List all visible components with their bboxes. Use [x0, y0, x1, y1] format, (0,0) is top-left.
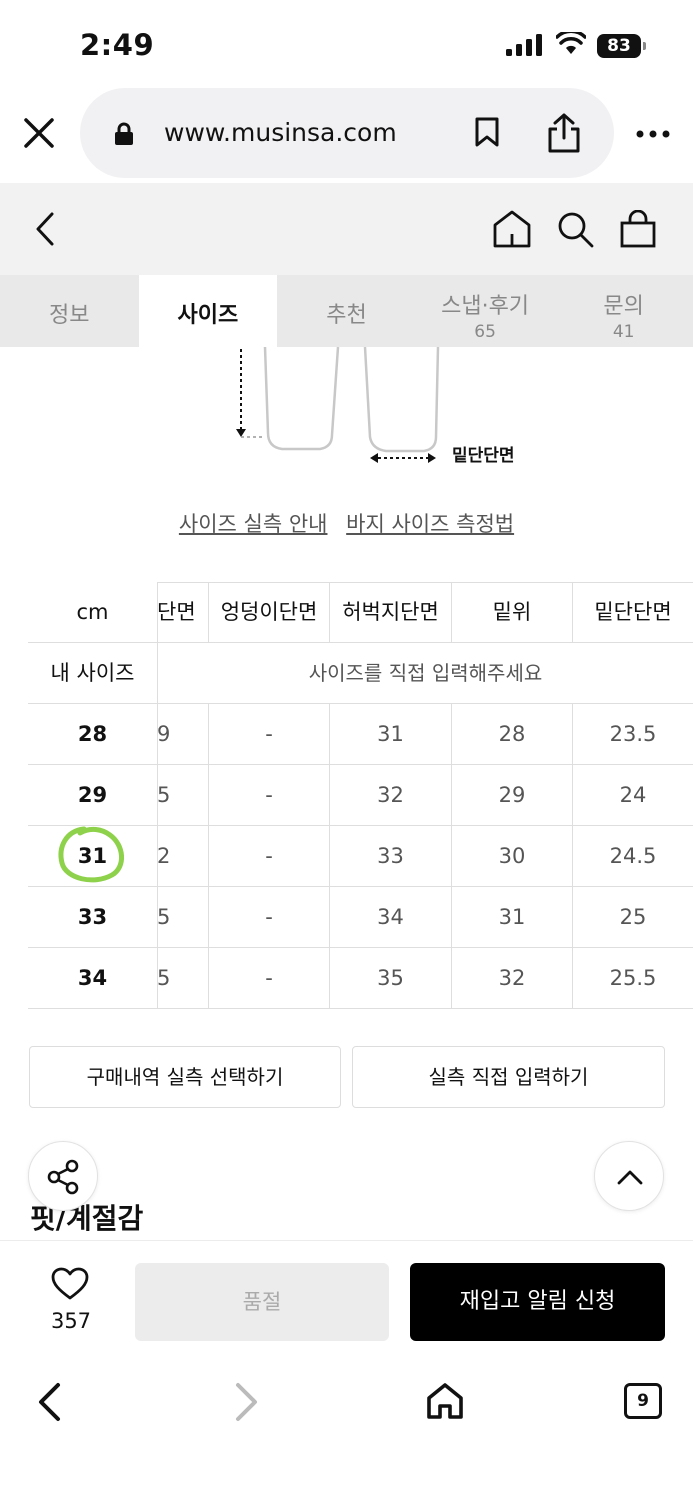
- product-tabs: 정보 사이즈 추천 스냅·후기 65 문의 41: [0, 275, 693, 347]
- cart-icon[interactable]: [620, 210, 656, 248]
- back-icon[interactable]: [34, 211, 56, 247]
- tab-recommend[interactable]: 추천: [277, 275, 416, 347]
- value-cell: 35: [329, 948, 451, 1008]
- value-cell: 2: [156, 826, 208, 886]
- value-cell: -: [208, 826, 329, 886]
- url-text: www.musinsa.com: [164, 118, 397, 147]
- value-cell: 31: [329, 704, 451, 764]
- unit-header: cm: [28, 582, 158, 642]
- column-header: 엉덩이단면: [208, 582, 329, 642]
- purchase-bar: 357 품절 재입고 알림 신청: [0, 1240, 693, 1352]
- home-icon[interactable]: [492, 210, 532, 248]
- tab-count: 65: [474, 322, 496, 342]
- enter-measurement-button[interactable]: 실측 직접 입력하기: [352, 1046, 665, 1108]
- column-header: 밑위: [451, 582, 572, 642]
- value-cell: 34: [329, 887, 451, 947]
- browser-bottom-nav: 9: [0, 1352, 693, 1500]
- select-purchase-history-button[interactable]: 구매내역 실측 선택하기: [29, 1046, 341, 1108]
- battery-tip: [643, 42, 646, 50]
- address-bar[interactable]: www.musinsa.com: [80, 88, 614, 178]
- cellular-signal-icon: [506, 34, 542, 56]
- table-row: 34 5 - 35 32 25.5: [28, 948, 693, 1009]
- share-button[interactable]: [28, 1141, 98, 1211]
- restock-alert-button[interactable]: 재입고 알림 신청: [410, 1263, 665, 1341]
- share-icon[interactable]: [546, 112, 582, 154]
- table-row: 33 5 - 34 31 25: [28, 887, 693, 948]
- tab-label: 스냅·후기: [441, 294, 530, 319]
- size-cell: 34: [28, 948, 158, 1008]
- browser-tabs-button[interactable]: 9: [624, 1383, 662, 1419]
- share-nodes-icon: [47, 1159, 79, 1195]
- value-cell: 5: [156, 948, 208, 1008]
- value-cell: 24.5: [572, 826, 693, 886]
- my-size-row[interactable]: 내 사이즈 사이즈를 직접 입력해주세요: [28, 643, 693, 704]
- battery-indicator: 83: [597, 34, 647, 58]
- table-header-row: cm 단면 엉덩이단면 허벅지단면 밑위 밑단단면: [28, 582, 693, 643]
- browser-home-icon[interactable]: [426, 1382, 464, 1420]
- size-cell: 28: [28, 704, 158, 764]
- size-cell: 33: [28, 887, 158, 947]
- value-cell: 9: [156, 704, 208, 764]
- bookmark-icon[interactable]: [474, 116, 500, 148]
- battery-level: 83: [597, 34, 641, 58]
- tab-label: 사이즈: [177, 303, 239, 328]
- value-cell: 25.5: [572, 948, 693, 1008]
- app-header: [0, 183, 693, 275]
- size-guide-link[interactable]: 사이즈 실측 안내: [179, 512, 328, 536]
- value-cell: 33: [329, 826, 451, 886]
- close-icon[interactable]: [22, 116, 56, 150]
- pants-measure-link[interactable]: 바지 사이즈 측정법: [346, 512, 514, 536]
- tab-label: 정보: [49, 303, 90, 328]
- column-header: 허벅지단면: [329, 582, 451, 642]
- heart-icon[interactable]: [51, 1267, 89, 1301]
- table-row: 28 9 - 31 28 23.5: [28, 704, 693, 765]
- status-time: 2:49: [80, 28, 155, 62]
- sold-out-button[interactable]: 품절: [135, 1263, 389, 1341]
- tab-inquiry[interactable]: 문의 41: [554, 275, 693, 347]
- my-size-input[interactable]: 사이즈를 직접 입력해주세요: [158, 643, 693, 703]
- tab-snap-review[interactable]: 스냅·후기 65: [416, 275, 555, 347]
- more-options-icon[interactable]: [636, 130, 670, 138]
- table-row: 29 5 - 32 29 24: [28, 765, 693, 826]
- chevron-up-icon: [617, 1170, 643, 1185]
- value-cell: 24: [572, 765, 693, 825]
- browser-toolbar: www.musinsa.com: [0, 86, 693, 182]
- size-guide-links: 사이즈 실측 안내 바지 사이즈 측정법: [0, 508, 693, 538]
- browser-forward-icon[interactable]: [232, 1382, 260, 1422]
- value-cell: -: [208, 887, 329, 947]
- tab-label: 추천: [326, 303, 367, 328]
- column-header: 밑단단면: [572, 582, 693, 642]
- value-cell: 5: [156, 887, 208, 947]
- tab-count: 41: [612, 322, 635, 342]
- value-cell: 5: [156, 765, 208, 825]
- value-cell: 29: [451, 765, 572, 825]
- value-cell: 32: [329, 765, 451, 825]
- wifi-icon: [556, 32, 586, 54]
- highlight-circle-annotation: [58, 826, 124, 883]
- value-cell: 28: [451, 704, 572, 764]
- lock-icon: [115, 122, 133, 145]
- value-cell: 25: [572, 887, 693, 947]
- like-count: 357: [50, 1309, 92, 1333]
- status-bar: 2:49 83: [0, 0, 693, 90]
- value-cell: -: [208, 765, 329, 825]
- value-cell: -: [208, 948, 329, 1008]
- size-cell: 29: [28, 765, 158, 825]
- tab-label: 문의: [603, 294, 644, 319]
- value-cell: 32: [451, 948, 572, 1008]
- search-icon[interactable]: [556, 210, 594, 248]
- scroll-top-button[interactable]: [594, 1141, 664, 1211]
- tab-size[interactable]: 사이즈: [138, 275, 278, 347]
- my-size-label: 내 사이즈: [28, 643, 158, 703]
- browser-back-icon[interactable]: [36, 1382, 64, 1422]
- tab-info[interactable]: 정보: [0, 275, 139, 347]
- value-cell: 31: [451, 887, 572, 947]
- value-cell: 30: [451, 826, 572, 886]
- column-header: 단면: [156, 582, 208, 642]
- value-cell: 23.5: [572, 704, 693, 764]
- value-cell: -: [208, 704, 329, 764]
- hem-width-label: 밑단단면: [452, 446, 515, 466]
